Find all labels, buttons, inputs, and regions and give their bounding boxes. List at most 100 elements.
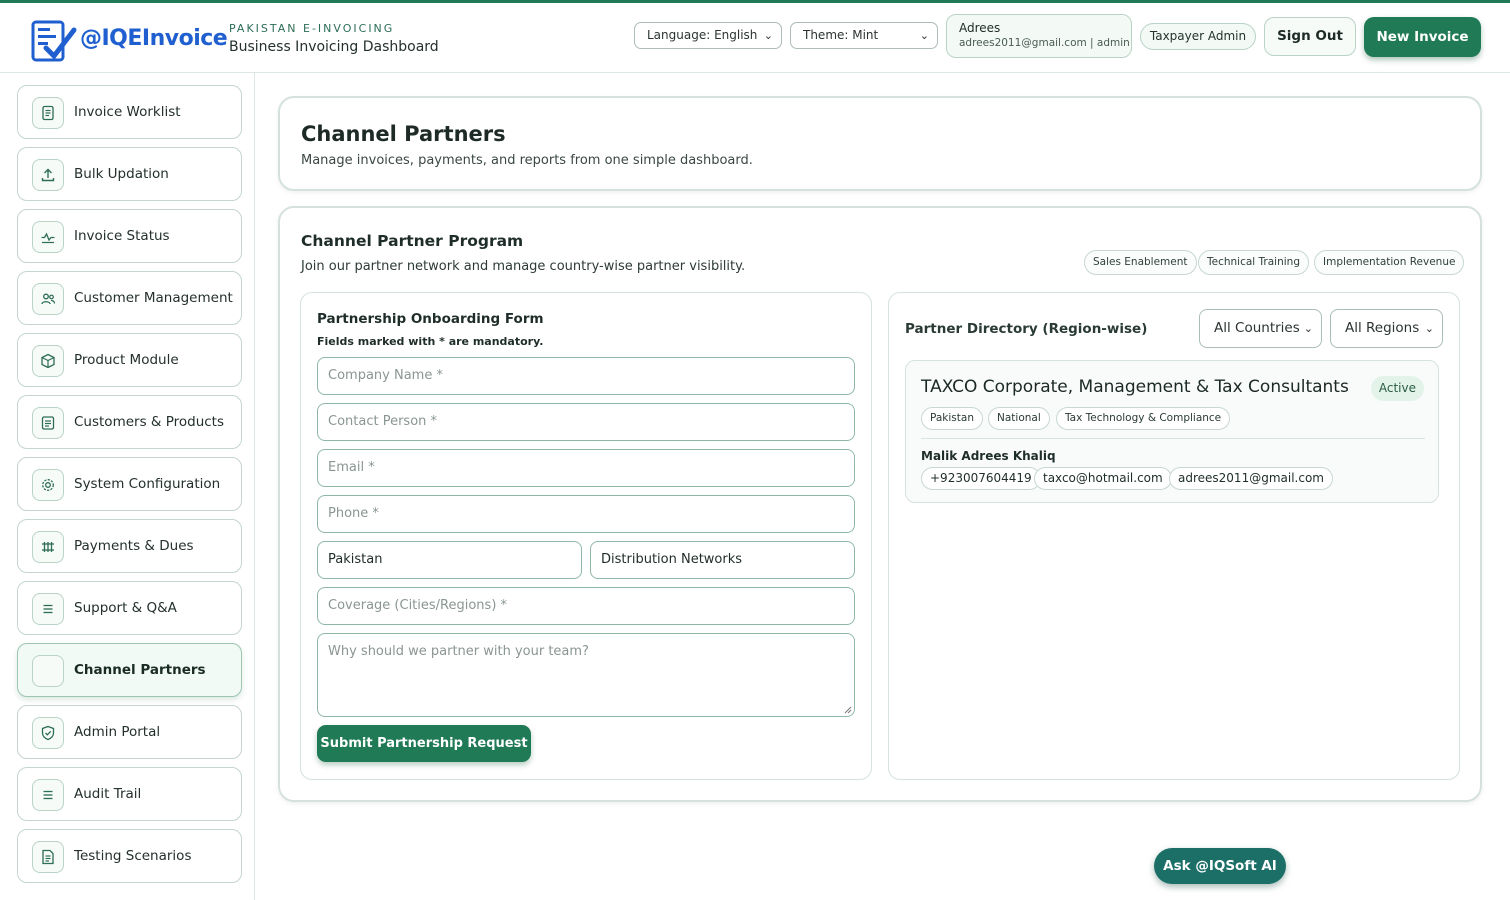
language-select-value: Language: English [647,28,758,42]
sign-out-button[interactable]: Sign Out [1264,17,1356,56]
region-filter-select[interactable]: All Regions ⌄ [1330,309,1443,348]
sidebar-item-label: Product Module [74,352,179,368]
partner-reason-placeholder: Why should we partner with your team? [328,644,589,659]
partner-tag: National [988,407,1050,430]
theme-select-value: Theme: Mint [803,28,879,42]
sidebar-item-label: System Configuration [74,476,221,492]
language-select[interactable]: Language: English ⌄ [634,22,782,49]
sidebar-item-testing-scenarios[interactable]: Testing Scenarios [17,829,242,883]
box-icon [32,345,64,377]
program-tag: Implementation Revenue [1314,250,1465,275]
blank-icon [32,655,64,687]
partner-email-link[interactable]: adrees2011@gmail.com [1169,467,1333,490]
country-field[interactable]: Pakistan [317,541,582,579]
sidebar-item-label: Audit Trail [74,786,142,802]
sidebar-item-invoice-worklist[interactable]: Invoice Worklist [17,85,242,139]
activity-icon [32,221,64,253]
role-badge: Taxpayer Admin [1140,23,1256,50]
coverage-input[interactable]: Coverage (Cities/Regions) * [317,587,855,625]
menu-icon [32,779,64,811]
user-name: Adrees [959,21,1001,35]
chevron-down-icon: ⌄ [763,29,773,42]
onboarding-form: Partnership Onboarding Form Fields marke… [300,292,872,780]
program-subtitle: Join our partner network and manage coun… [301,259,746,274]
sidebar-item-label: Invoice Worklist [74,104,181,120]
sidebar-item-label: Invoice Status [74,228,170,244]
sidebar-item-label: Bulk Updation [74,166,169,182]
logo[interactable]: @IQEInvoice [30,16,228,66]
partner-card[interactable]: TAXCO Corporate, Management & Tax Consul… [905,360,1439,503]
brand-kicker: PAKISTAN E-INVOICING [229,22,395,35]
form-title: Partnership Onboarding Form [317,311,544,327]
sidebar-item-label: Channel Partners [74,662,206,678]
status-badge: Active [1370,376,1424,401]
grid-icon [32,531,64,563]
program-title: Channel Partner Program [301,232,524,250]
sidebar-item-system-configuration[interactable]: System Configuration [17,457,242,511]
sidebar-item-payments-dues[interactable]: Payments & Dues [17,519,242,573]
sidebar-item-label: Customers & Products [74,414,225,430]
sidebar-item-bulk-updation[interactable]: Bulk Updation [17,147,242,201]
partner-tag: Pakistan [921,407,983,430]
program-tag: Sales Enablement [1084,250,1197,275]
country-filter-value: All Countries [1214,320,1300,336]
partner-reason-textarea[interactable]: Why should we partner with your team? [317,633,855,717]
sidebar-item-admin-portal[interactable]: Admin Portal [17,705,242,759]
sidebar: Invoice Worklist Bulk Updation Invoice S… [0,73,255,900]
document-icon [32,97,64,129]
gear-icon [32,469,64,501]
partner-contact-name: Malik Adrees Khaliq [921,449,1056,463]
ask-ai-button[interactable]: Ask @IQSoft AI [1154,848,1286,884]
partner-phone-link[interactable]: +923007604419 [921,467,1041,490]
divider [921,438,1425,439]
program-tag: Technical Training [1198,250,1309,275]
invoice-check-icon [31,20,77,62]
phone-input[interactable]: Phone * [317,495,855,533]
sidebar-item-label: Customer Management [74,290,233,306]
upload-icon [32,159,64,191]
shield-icon [32,717,64,749]
document-icon [32,407,64,439]
submit-partnership-button[interactable]: Submit Partnership Request [317,725,531,762]
company-name-input[interactable]: Company Name * [317,357,855,395]
sidebar-item-audit-trail[interactable]: Audit Trail [17,767,242,821]
chevron-down-icon: ⌄ [1424,322,1434,335]
sidebar-item-channel-partners[interactable]: Channel Partners [17,643,242,697]
document-icon [32,841,64,873]
country-filter-select[interactable]: All Countries ⌄ [1199,309,1322,348]
form-note: Fields marked with * are mandatory. [317,335,544,348]
chevron-down-icon: ⌄ [1303,322,1313,335]
partner-name: TAXCO Corporate, Management & Tax Consul… [921,377,1349,397]
sidebar-item-customers-products[interactable]: Customers & Products [17,395,242,449]
sidebar-item-label: Payments & Dues [74,538,194,554]
resize-handle-icon[interactable] [844,706,852,714]
new-invoice-button[interactable]: New Invoice [1364,17,1481,57]
users-icon [32,283,64,315]
email-input[interactable]: Email * [317,449,855,487]
partner-directory: Partner Directory (Region-wise) All Coun… [888,292,1460,780]
partner-type-field[interactable]: Distribution Networks [590,541,855,579]
directory-title: Partner Directory (Region-wise) [905,321,1148,337]
partner-tag: Tax Technology & Compliance [1056,407,1231,430]
user-meta: adrees2011@gmail.com | admin [959,37,1130,49]
partner-email-link[interactable]: taxco@hotmail.com [1034,467,1172,490]
top-header: @IQEInvoice PAKISTAN E-INVOICING Busines… [0,3,1510,73]
page-subtitle: Manage invoices, payments, and reports f… [301,153,753,168]
menu-icon [32,593,64,625]
sidebar-item-label: Testing Scenarios [74,848,192,864]
theme-select[interactable]: Theme: Mint ⌄ [790,22,938,49]
sidebar-item-customer-management[interactable]: Customer Management [17,271,242,325]
contact-person-input[interactable]: Contact Person * [317,403,855,441]
page-title: Channel Partners [301,122,506,146]
sidebar-item-label: Admin Portal [74,724,161,740]
channel-partner-program-card: Channel Partner Program Join our partner… [278,206,1482,802]
sidebar-item-product-module[interactable]: Product Module [17,333,242,387]
brand-title: Business Invoicing Dashboard [229,39,439,55]
logo-text: @IQEInvoice [80,26,228,51]
sidebar-item-invoice-status[interactable]: Invoice Status [17,209,242,263]
user-info: Adrees adrees2011@gmail.com | admin [946,14,1132,58]
sidebar-item-label: Support & Q&A [74,600,177,616]
sidebar-item-support-qa[interactable]: Support & Q&A [17,581,242,635]
page-header-card: Channel Partners Manage invoices, paymen… [278,96,1482,191]
region-filter-value: All Regions [1345,320,1420,336]
